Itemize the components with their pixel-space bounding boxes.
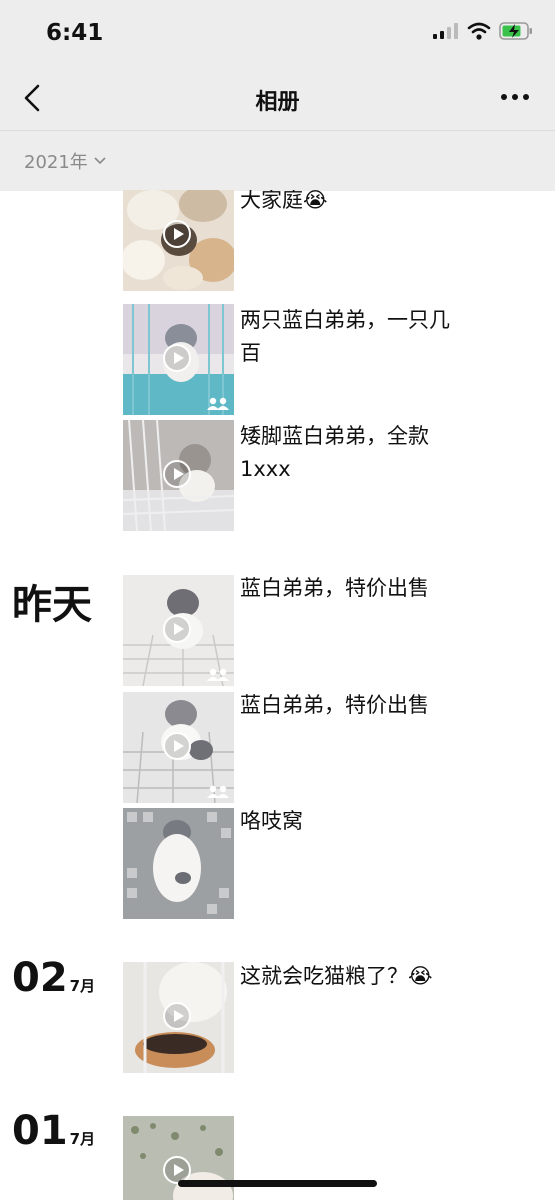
- date-label: 02 7月: [12, 955, 95, 1001]
- play-icon: [163, 220, 191, 248]
- battery-charging-icon: [499, 22, 532, 40]
- date-day: 01: [12, 1108, 68, 1154]
- home-indicator[interactable]: [178, 1180, 377, 1187]
- group-visible-icon: [207, 668, 229, 681]
- year-filter-bar: 2021年: [0, 130, 555, 191]
- play-icon: [163, 460, 191, 488]
- play-icon: [163, 732, 191, 760]
- date-month: 7月: [69, 1130, 96, 1148]
- date-day: 02: [12, 955, 68, 1001]
- play-icon: [163, 615, 191, 643]
- media-thumbnail[interactable]: [123, 962, 234, 1073]
- post-caption: 咯吱窝: [240, 809, 303, 833]
- media-thumbnail[interactable]: [123, 808, 234, 919]
- page-title: 相册: [255, 90, 300, 115]
- media-thumbnail[interactable]: [123, 692, 234, 803]
- date-month: 7月: [69, 977, 96, 995]
- play-icon: [163, 344, 191, 372]
- kitten-photo: [123, 808, 234, 919]
- group-visible-icon: [207, 785, 229, 798]
- media-thumbnail[interactable]: [123, 1116, 234, 1200]
- moments-album-list: 大家庭😭 两只蓝白弟弟，一只几百 矮脚蓝白弟弟，全款1xxx 昨天 蓝白弟弟，特…: [0, 190, 555, 1200]
- play-icon: [163, 1002, 191, 1030]
- post-caption: 这就会吃猫粮了？😭: [240, 964, 433, 988]
- post-caption: 两只蓝白弟弟，一只几百: [240, 308, 450, 365]
- date-label: 01 7月: [12, 1108, 95, 1154]
- media-thumbnail[interactable]: [123, 304, 234, 415]
- date-label: 昨天: [12, 582, 92, 628]
- media-thumbnail[interactable]: [123, 420, 234, 531]
- chevron-down-icon: [94, 157, 106, 165]
- more-button[interactable]: [501, 94, 529, 100]
- more-icon: [501, 94, 507, 100]
- year-selector[interactable]: 2021年: [24, 148, 106, 174]
- signal-icon: [433, 23, 458, 39]
- post-caption: 蓝白弟弟，特价出售: [240, 576, 429, 600]
- post-caption: 大家庭😭: [240, 190, 328, 212]
- status-time: 6:41: [46, 20, 104, 46]
- wifi-icon: [467, 22, 491, 40]
- media-thumbnail[interactable]: [123, 190, 234, 291]
- nav-bar: 相册: [0, 66, 555, 130]
- group-visible-icon: [207, 397, 229, 410]
- post-caption: 蓝白弟弟，特价出售: [240, 693, 429, 717]
- status-bar: 6:41: [0, 0, 555, 66]
- post-caption: 矮脚蓝白弟弟，全款1xxx: [240, 424, 429, 481]
- status-icons: [433, 22, 533, 40]
- media-thumbnail[interactable]: [123, 575, 234, 686]
- year-label: 2021年: [24, 152, 88, 173]
